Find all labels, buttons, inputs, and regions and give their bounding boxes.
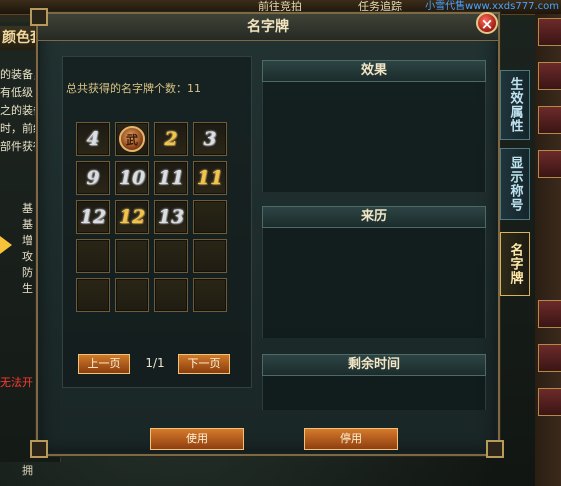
background-bottom-text: 拥 bbox=[22, 464, 33, 477]
disable-button[interactable]: 停用 bbox=[304, 428, 398, 450]
plate-number: 12 bbox=[79, 206, 107, 228]
background-skill-slot bbox=[538, 300, 561, 328]
next-page-button[interactable]: 下一页 bbox=[178, 354, 230, 374]
tab-name-plate[interactable]: 名字牌 bbox=[500, 232, 530, 296]
name-plate-slot[interactable]: 武 bbox=[115, 122, 149, 156]
name-plate-slot[interactable]: 12 bbox=[115, 200, 149, 234]
background-skill-slot bbox=[538, 388, 561, 416]
background-skill-slot bbox=[538, 150, 561, 178]
background-skill-slot bbox=[538, 62, 561, 90]
name-plate-grid: 4 武 2 3 9 10 11 11 12 12 13 bbox=[76, 122, 234, 318]
name-plate-slot[interactable]: 11 bbox=[154, 161, 188, 195]
background-stat: 基 bbox=[22, 218, 33, 231]
background-red-notice: 无法开 bbox=[0, 376, 33, 389]
name-plate-slot[interactable]: 3 bbox=[193, 122, 227, 156]
corner-ornament bbox=[486, 440, 504, 458]
name-plate-slot[interactable]: 10 bbox=[115, 161, 149, 195]
plate-number: 12 bbox=[118, 206, 146, 228]
page-indicator: 1/1 bbox=[145, 356, 165, 370]
plate-count: 总共获得的名字牌个数：11 bbox=[66, 80, 201, 96]
plate-count-label: 总共获得的名字牌个数： bbox=[66, 82, 187, 95]
background-stat: 增 bbox=[22, 234, 33, 247]
name-plate-slot[interactable]: 11 bbox=[193, 161, 227, 195]
plate-number: 13 bbox=[157, 206, 185, 228]
plate-number: 4 bbox=[86, 128, 100, 150]
remaining-time-content bbox=[262, 376, 486, 410]
empty-plate-slot[interactable] bbox=[193, 278, 227, 312]
dialog-title: 名字牌 bbox=[38, 14, 498, 41]
plate-number: 2 bbox=[164, 128, 178, 150]
background-left-line: 有低级 bbox=[0, 86, 33, 99]
background-stat: 防 bbox=[22, 266, 33, 279]
empty-plate-slot[interactable] bbox=[154, 239, 188, 273]
empty-plate-slot[interactable] bbox=[76, 278, 110, 312]
background-stat: 攻 bbox=[22, 250, 33, 263]
empty-plate-slot[interactable] bbox=[193, 239, 227, 273]
background-skill-slot bbox=[538, 18, 561, 46]
empty-plate-slot[interactable] bbox=[154, 278, 188, 312]
plate-number: 10 bbox=[118, 167, 146, 189]
yellow-arrow-icon bbox=[0, 236, 12, 254]
name-plate-slot[interactable]: 12 bbox=[76, 200, 110, 234]
background-stat: 生 bbox=[22, 282, 33, 295]
corner-ornament bbox=[30, 440, 48, 458]
name-plate-slot[interactable]: 13 bbox=[154, 200, 188, 234]
background-skill-slot bbox=[538, 106, 561, 134]
plate-count-value: 11 bbox=[187, 82, 201, 95]
name-plate-slot[interactable]: 4 bbox=[76, 122, 110, 156]
plate-number: 9 bbox=[86, 167, 100, 189]
empty-plate-slot[interactable] bbox=[193, 200, 227, 234]
corner-ornament bbox=[30, 8, 48, 26]
prev-page-button[interactable]: 上一页 bbox=[78, 354, 130, 374]
empty-plate-slot[interactable] bbox=[115, 278, 149, 312]
use-button[interactable]: 使用 bbox=[150, 428, 244, 450]
tab-effective-attributes[interactable]: 生效属性 bbox=[500, 70, 530, 140]
plate-number: 3 bbox=[203, 128, 217, 150]
name-plate-slot[interactable]: 2 bbox=[154, 122, 188, 156]
origin-header: 来历 bbox=[262, 206, 486, 228]
origin-content bbox=[262, 228, 486, 338]
empty-plate-slot[interactable] bbox=[76, 239, 110, 273]
close-button[interactable]: × bbox=[476, 12, 498, 34]
empty-plate-slot[interactable] bbox=[115, 239, 149, 273]
medal-icon: 武 bbox=[119, 126, 145, 152]
background-skill-slot bbox=[538, 344, 561, 372]
plate-number: 11 bbox=[196, 167, 224, 189]
tab-display-title[interactable]: 显示称号 bbox=[500, 148, 530, 220]
plate-number: 11 bbox=[157, 167, 185, 189]
name-plate-slot[interactable]: 9 bbox=[76, 161, 110, 195]
effect-header: 效果 bbox=[262, 60, 486, 82]
background-stat: 基 bbox=[22, 202, 33, 215]
remaining-time-header: 剩余时间 bbox=[262, 354, 486, 376]
effect-content bbox=[262, 82, 486, 192]
